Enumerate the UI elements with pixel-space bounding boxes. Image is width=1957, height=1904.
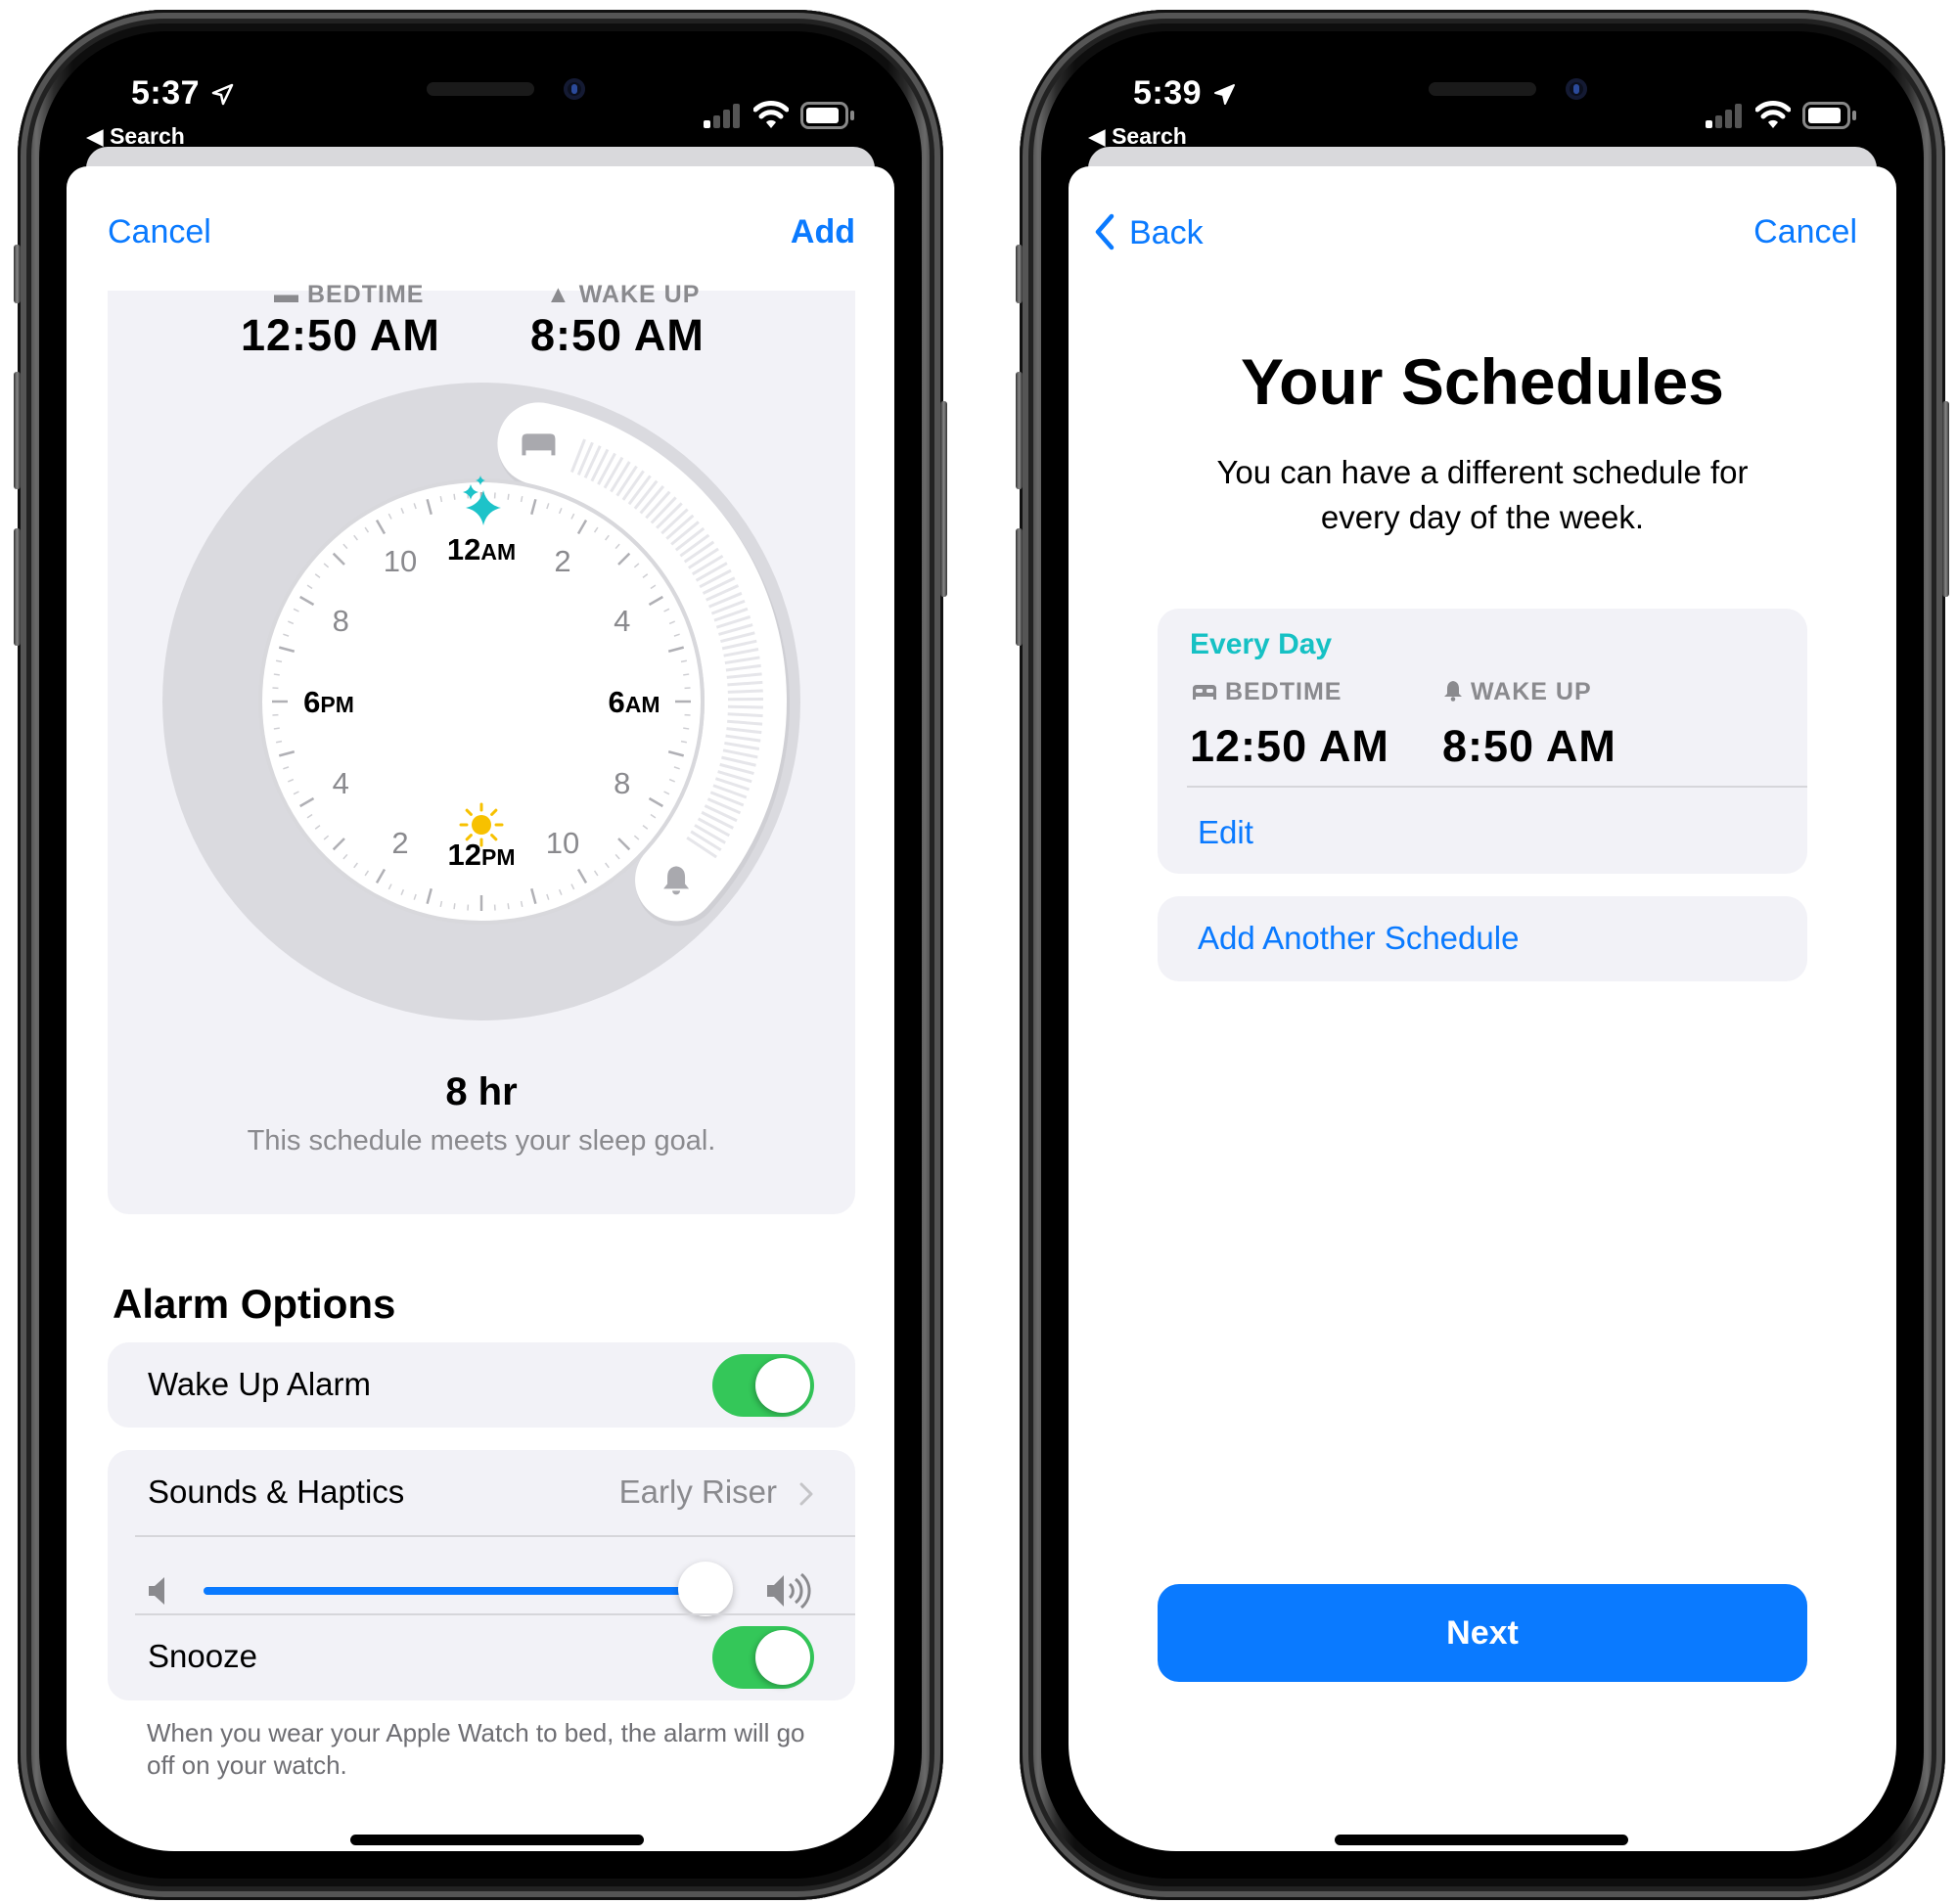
schedule-days: Every Day — [1190, 628, 1333, 660]
volume-low-icon — [149, 1577, 164, 1605]
wakeup-header: ▲ WAKE UP — [546, 281, 701, 308]
sound-options-group: Sounds & Haptics Early Riser Snooze — [108, 1450, 855, 1700]
clock-tick — [453, 493, 456, 500]
clock-hour-label: 8 — [333, 604, 349, 638]
wifi-icon — [1755, 101, 1791, 128]
clock-hour-label: 10 — [384, 544, 417, 578]
power-button — [940, 401, 947, 597]
right-phone-frame: 5:39 ◀︎ Search Back Cancel Your Schedule… — [1016, 10, 1949, 1900]
volume-slider-thumb[interactable] — [678, 1562, 733, 1616]
sounds-haptics-value[interactable]: Early Riser — [619, 1473, 777, 1511]
battery-icon — [800, 102, 854, 129]
clock-hour-label: 2 — [391, 826, 408, 860]
clock-tick — [507, 903, 510, 910]
sleep-duration: 8 hr — [445, 1070, 518, 1113]
wifi-icon — [753, 101, 789, 128]
alarm-footer-note: When you wear your Apple Watch to bed, t… — [147, 1718, 805, 1780]
wake-up-alarm-row: Wake Up Alarm — [108, 1342, 855, 1428]
page-title: Your Schedules — [1241, 345, 1724, 418]
wake-up-alarm-toggle[interactable] — [712, 1354, 814, 1417]
location-arrow-icon — [1214, 84, 1235, 105]
clock-tick — [683, 673, 690, 676]
alarm-options-heading: Alarm Options — [113, 1281, 396, 1327]
sleep-arc-tick — [727, 689, 763, 694]
clock-hour-label: 4 — [333, 766, 349, 800]
back-triangle-icon: ◀︎ — [86, 123, 104, 149]
speaker-grille — [1429, 82, 1536, 96]
wake-up-alarm-label: Wake Up Alarm — [148, 1366, 372, 1402]
add-button[interactable]: Add — [791, 213, 855, 251]
bed-icon: ▬ — [274, 281, 299, 308]
right-screen: Back Cancel Your Schedules You can have … — [1069, 166, 1896, 1851]
silent-switch — [1016, 245, 1023, 303]
left-phone-frame: 5:37 ◀︎ Search Cancel Add ▬ BEDTIME ▲ WA… — [14, 10, 947, 1900]
signal-icon — [1706, 104, 1742, 128]
clock-tick — [453, 903, 456, 910]
status-back-search[interactable]: ◀︎ Search — [1088, 123, 1187, 150]
divider — [1187, 786, 1807, 788]
back-triangle-icon: ◀︎ — [1088, 123, 1106, 149]
sleep-clock-dial[interactable]: 12AM 246AM81012PM246PM810 — [159, 379, 804, 1024]
status-back-search[interactable]: ◀︎ Search — [86, 123, 185, 150]
next-button[interactable]: Next — [1158, 1584, 1807, 1682]
clock-hour-label: 10 — [546, 826, 579, 860]
volume-up-button — [14, 372, 21, 489]
left-screen: Cancel Add ▬ BEDTIME ▲ WAKE UP 12:50 AM … — [67, 166, 894, 1851]
cancel-button[interactable]: Cancel — [1753, 213, 1857, 251]
clock-tick — [273, 673, 280, 676]
speaker-grille — [427, 82, 534, 96]
edit-schedule-button[interactable]: Edit — [1198, 814, 1253, 851]
volume-down-button — [1016, 528, 1023, 646]
status-time: 5:37 — [131, 74, 201, 112]
volume-up-button — [1016, 372, 1023, 489]
page-subtitle: You can have a different schedule for ev… — [1216, 454, 1749, 535]
home-indicator[interactable] — [1335, 1835, 1628, 1845]
clock-hour-label: 4 — [614, 604, 630, 638]
bed-icon — [1193, 685, 1216, 700]
clock-tick — [507, 493, 510, 500]
bedtime-header: BEDTIME — [1192, 678, 1342, 706]
location-arrow-icon — [211, 83, 234, 106]
bedtime-value: 12:50 AM — [1190, 721, 1389, 771]
clock-tick — [683, 727, 690, 730]
front-camera — [1566, 78, 1587, 100]
bedtime-value: 12:50 AM — [241, 310, 440, 360]
wakeup-header: WAKE UP — [1443, 678, 1592, 706]
power-button — [1942, 401, 1949, 597]
clock-hour-label: 2 — [554, 544, 570, 578]
wakeup-value: 8:50 AM — [1442, 721, 1616, 771]
add-another-schedule-button[interactable]: Add Another Schedule — [1158, 896, 1807, 981]
sounds-haptics-label[interactable]: Sounds & Haptics — [148, 1473, 404, 1511]
sun-icon — [472, 815, 491, 835]
sleep-arc-tick — [727, 712, 763, 718]
volume-high-icon — [767, 1572, 811, 1609]
schedule-card: Every Day BEDTIME WAKE UP 12:50 AM 8:50 … — [1158, 609, 1807, 874]
divider — [135, 1535, 855, 1537]
clock-tick — [273, 727, 280, 730]
sleep-goal-message: This schedule meets your sleep goal. — [247, 1125, 716, 1156]
sleep-arc-tick — [727, 704, 763, 709]
status-time: 5:39 — [1133, 74, 1203, 112]
front-camera — [564, 78, 585, 100]
signal-icon — [704, 104, 740, 128]
chevron-right-icon — [799, 1482, 813, 1506]
wakeup-value: 8:50 AM — [530, 310, 705, 360]
bell-icon — [1444, 681, 1462, 702]
back-button[interactable]: Back — [1094, 213, 1204, 252]
volume-fill — [204, 1587, 705, 1595]
divider — [135, 1613, 855, 1615]
battery-icon — [1802, 102, 1856, 129]
schedule-editor-card: ▬ BEDTIME ▲ WAKE UP 12:50 AM 8:50 AM 12A… — [108, 281, 855, 1214]
snooze-label: Snooze — [148, 1638, 257, 1674]
bell-icon: ▲ — [546, 281, 571, 308]
cancel-button[interactable]: Cancel — [108, 213, 211, 251]
silent-switch — [14, 245, 21, 303]
home-indicator[interactable] — [350, 1835, 644, 1845]
chevron-left-icon — [1095, 213, 1115, 250]
clock-hour-label: 8 — [614, 766, 630, 800]
volume-slider[interactable] — [204, 1562, 733, 1616]
snooze-toggle[interactable] — [712, 1626, 814, 1689]
volume-down-button — [14, 528, 21, 646]
bedtime-header: ▬ BEDTIME — [274, 281, 425, 308]
